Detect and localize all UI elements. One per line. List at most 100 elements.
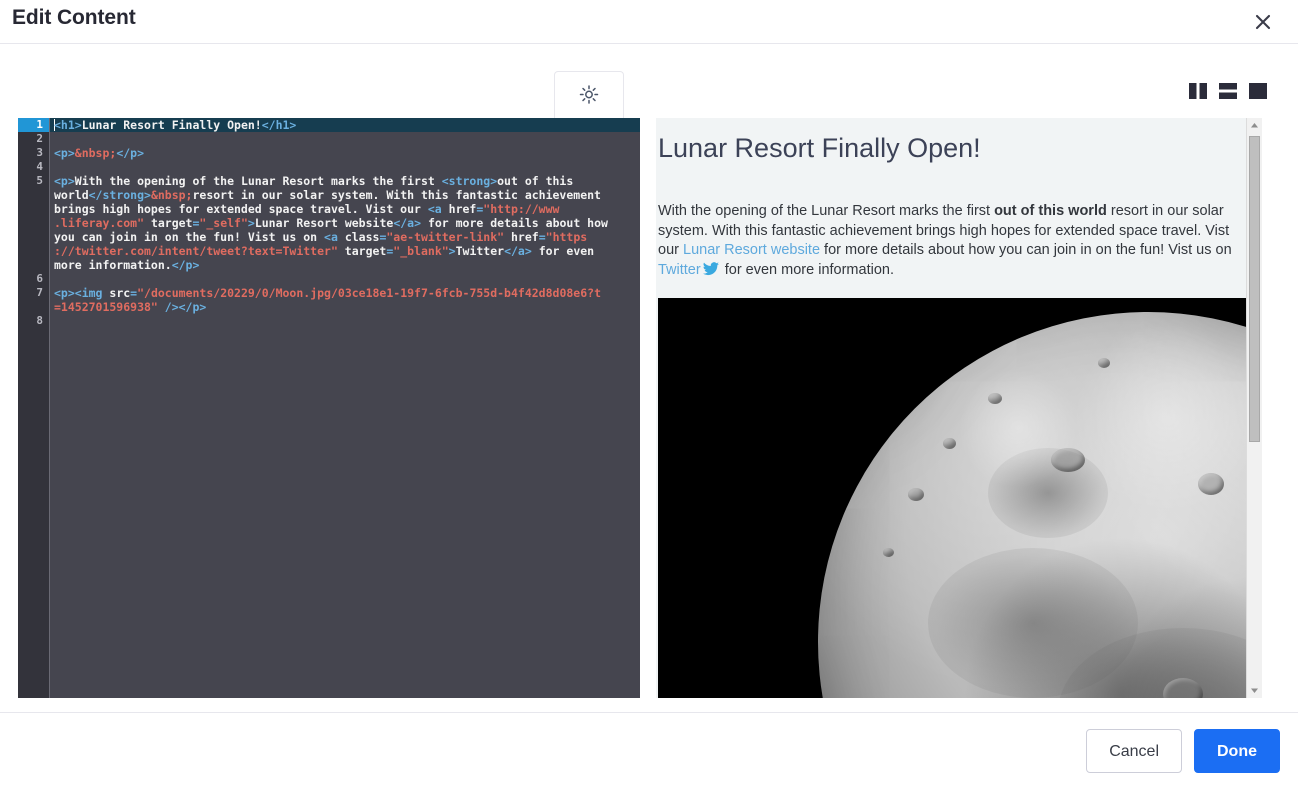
code-token: &nbsp; [74,146,117,160]
code-line[interactable]: world</strong>&nbsp;resort in our solar … [54,188,640,202]
code-token: <a [324,230,345,244]
code-token: </a> [504,244,532,258]
done-button[interactable]: Done [1194,729,1280,773]
gutter-line-number [18,244,49,258]
twitter-icon [702,261,719,283]
code-token: <p> [54,146,75,160]
code-line[interactable] [54,314,640,328]
preview-link-lunar-resort-website[interactable]: Lunar Resort website [683,242,820,258]
preview-moon-image [658,298,1248,698]
code-token: <p><img [54,286,110,300]
code-token: Lunar Resort website [254,216,394,230]
cancel-button[interactable]: Cancel [1086,729,1182,773]
code-token: </p> [171,258,200,272]
brightness-toggle-button[interactable] [554,71,624,119]
scroll-down-arrow-icon[interactable] [1247,683,1262,698]
code-token: brings high hopes for extended space tra… [54,202,428,216]
layout-split-vertical-icon[interactable] [1188,82,1208,100]
layout-split-horizontal-icon[interactable] [1218,82,1238,100]
code-token: </h1> [261,118,297,132]
gutter-line-number: 2 [36,132,43,145]
editor-toolbar [0,45,1298,119]
code-token: /></p> [157,300,207,314]
code-token: for more details about how [421,216,608,230]
code-line[interactable]: you can join in on the fun! Vist us on <… [54,230,640,244]
gutter-line-number: 7 [36,286,43,299]
code-editor[interactable]: 12345678 <h1>Lunar Resort Finally Open!<… [18,118,640,698]
code-line[interactable]: more information.</p> [54,258,640,272]
code-token: "http://www [483,202,560,216]
code-token: > [247,216,255,230]
gutter-line-number [18,300,49,314]
code-token: "ae-twitter-link" [386,230,505,244]
preview-text-part4: for even more information. [720,261,894,278]
preview-text-part1: With the opening of the Lunar Resort mar… [658,203,995,219]
code-token: =1452701596938" [54,300,158,314]
code-token: ://twitter.com/intent/tweet?text=Twitter… [54,244,338,258]
editor-gutter: 12345 67 8 [18,118,49,698]
preview-paragraph: With the opening of the Lunar Resort mar… [658,202,1248,282]
moon-crater-4 [943,438,956,449]
code-line[interactable]: =1452701596938" /></p> [54,300,640,314]
gutter-line-number [18,216,49,230]
code-token: you can join in on the fun! Vist us on [54,230,325,244]
code-token: target [337,244,387,258]
preview-scrollbar[interactable] [1246,118,1262,698]
code-token: <h1> [54,118,82,132]
code-line[interactable] [54,160,640,174]
code-content[interactable]: <h1>Lunar Resort Finally Open!</h1> <p>&… [50,118,640,698]
code-token: "_blank" [393,244,449,258]
code-token: With the opening of the Lunar Resort mar… [74,174,442,188]
code-token: target [144,216,193,230]
gutter-line-number: 4 [36,160,43,173]
scroll-up-arrow-icon[interactable] [1247,118,1262,133]
modal-header: Edit Content [0,0,1298,44]
code-token: "/documents/20229/0/Moon.jpg/03ce18e1-19… [137,286,601,300]
code-token: .liferay.com" [54,216,145,230]
gutter-line-number [18,230,49,244]
preview-heading: Lunar Resort Finally Open! [658,133,981,163]
code-token: href [504,230,539,244]
scrollbar-thumb[interactable] [1249,136,1260,442]
code-line[interactable] [54,132,640,146]
moon-crater-1 [1051,448,1085,472]
gutter-line-number: 8 [36,314,43,327]
code-line[interactable]: <h1>Lunar Resort Finally Open!</h1> [50,118,640,132]
code-line[interactable]: brings high hopes for extended space tra… [54,202,640,216]
moon-crater-6 [988,393,1002,404]
sun-icon [579,84,599,107]
gutter-line-number: 5 [36,174,43,187]
code-token: <p> [54,174,75,188]
code-token: </a> [393,216,422,230]
preview-bold-text: out of this world [994,203,1107,219]
close-icon-glyph [1255,14,1271,30]
code-line[interactable] [54,272,640,286]
code-token: class [344,230,380,244]
moon-crater-5 [883,548,894,557]
gutter-line-number: 1 [18,118,49,132]
code-line[interactable]: ://twitter.com/intent/tweet?text=Twitter… [54,244,640,258]
code-line[interactable]: <p>&nbsp;</p> [54,146,640,160]
code-token: more information. [54,258,172,272]
code-token: "_self" [199,216,248,230]
code-token: for even [531,244,595,258]
code-token: </p> [116,146,145,160]
footer-button-group: Cancel Done [1086,729,1280,773]
code-line[interactable]: <p><img src="/documents/20229/0/Moon.jpg… [54,286,640,300]
code-token: Twitter [455,244,505,258]
code-line[interactable]: .liferay.com" target="_self">Lunar Resor… [54,216,640,230]
layout-single-pane-icon[interactable] [1248,82,1268,100]
code-token: <strong> [441,174,498,188]
moon-crater-2 [1198,473,1224,495]
code-token: out of this [497,174,574,188]
preview-content: Lunar Resort Finally Open! With the open… [656,118,1262,698]
layout-mode-group [1188,82,1268,100]
code-token: src [109,286,131,300]
code-line[interactable]: <p>With the opening of the Lunar Resort … [54,174,640,188]
gutter-line-number: 6 [36,272,43,285]
close-icon[interactable] [1248,7,1278,37]
preview-link-twitter[interactable]: Twitter [658,262,701,278]
moon-crater-3 [908,488,924,501]
gutter-line-number [18,202,49,216]
gutter-line-number [18,188,49,202]
